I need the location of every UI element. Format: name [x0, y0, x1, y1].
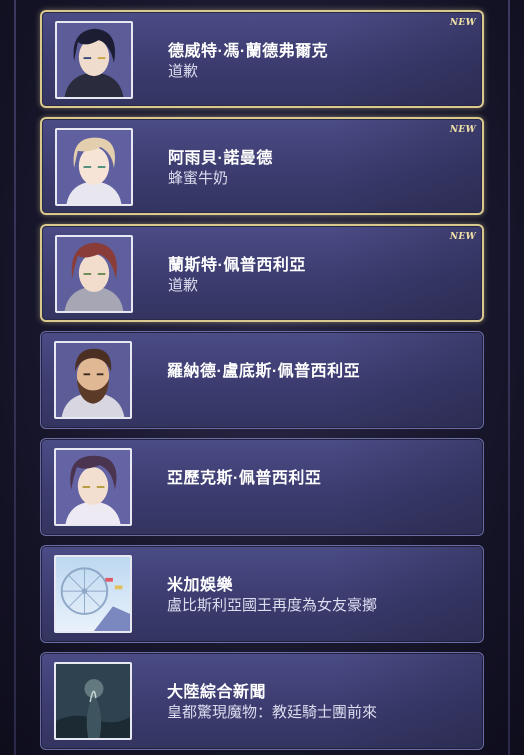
- character-portrait-purple-hair: [56, 450, 130, 524]
- sender-name: 亞歷克斯·佩普西利亞: [167, 470, 322, 487]
- message-preview: 道歉: [168, 63, 199, 80]
- avatar: [55, 128, 133, 206]
- message-card[interactable]: 大陸綜合新聞 皇都驚現魔物：教廷騎士團前來: [40, 652, 484, 750]
- avatar: [54, 341, 132, 419]
- character-portrait-red-hair: [57, 237, 131, 311]
- sender-name: 大陸綜合新聞: [167, 684, 267, 701]
- message-card[interactable]: 羅納德·盧底斯·佩普西利亞: [40, 331, 484, 429]
- message-card[interactable]: 米加娛樂 盧比斯利亞國王再度為女友豪擲: [40, 545, 484, 643]
- ferris-wheel-image: [56, 557, 130, 631]
- sender-name: 米加娛樂: [167, 577, 234, 594]
- character-portrait-bearded-man: [56, 343, 130, 417]
- sender-name: 蘭斯特·佩普西利亞: [168, 257, 306, 274]
- sender-name: 阿雨貝·諾曼德: [168, 150, 273, 167]
- sender-name: 羅納德·盧底斯·佩普西利亞: [167, 363, 361, 380]
- monster-night-image: [56, 664, 130, 738]
- message-card[interactable]: 蘭斯特·佩普西利亞 道歉 NEW: [40, 224, 484, 322]
- card-decoration: [333, 439, 483, 535]
- character-portrait-dark-hair: [57, 23, 131, 97]
- message-card[interactable]: 德威特·馮·蘭德弗爾克 道歉 NEW: [40, 10, 484, 108]
- avatar: [55, 21, 133, 99]
- new-badge: NEW: [449, 18, 476, 28]
- left-frame-line: [14, 0, 16, 755]
- message-preview: 道歉: [168, 277, 199, 294]
- character-portrait-blond-hair: [57, 130, 131, 204]
- avatar: [54, 555, 132, 633]
- message-preview: 盧比斯利亞國王再度為女友豪擲: [167, 597, 378, 614]
- message-card[interactable]: 阿雨貝·諾曼德 蜂蜜牛奶 NEW: [40, 117, 484, 215]
- new-badge: NEW: [449, 232, 476, 242]
- sender-name: 德威特·馮·蘭德弗爾克: [168, 43, 329, 60]
- avatar: [55, 235, 133, 313]
- new-badge: NEW: [449, 125, 476, 135]
- avatar: [54, 662, 132, 740]
- right-frame-line: [508, 0, 510, 755]
- message-card[interactable]: 亞歷克斯·佩普西利亞: [40, 438, 484, 536]
- message-preview: 皇都驚現魔物：教廷騎士團前來: [167, 704, 378, 721]
- message-preview: 蜂蜜牛奶: [168, 170, 229, 187]
- avatar: [54, 448, 132, 526]
